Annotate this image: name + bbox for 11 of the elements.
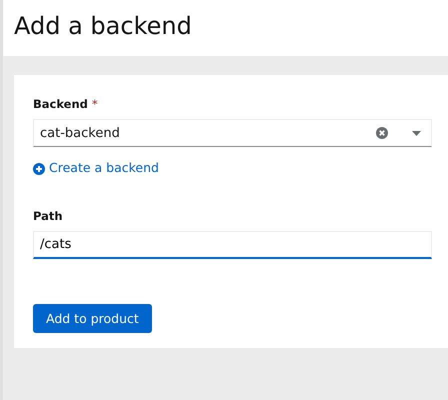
required-mark: * xyxy=(92,97,98,111)
path-input[interactable]: /cats xyxy=(33,231,432,260)
create-backend-link[interactable]: Create a backend xyxy=(33,159,159,178)
field-label: Path xyxy=(33,208,63,226)
clear-icon[interactable] xyxy=(376,127,388,140)
backend-select[interactable]: cat-backend xyxy=(33,119,432,148)
plus-circle-icon xyxy=(33,162,45,175)
page-title: Add a backend xyxy=(14,11,193,42)
add-to-product-button[interactable]: Add to product xyxy=(33,304,152,334)
field-label: Backend xyxy=(33,96,88,113)
caret-icon[interactable] xyxy=(412,130,421,136)
